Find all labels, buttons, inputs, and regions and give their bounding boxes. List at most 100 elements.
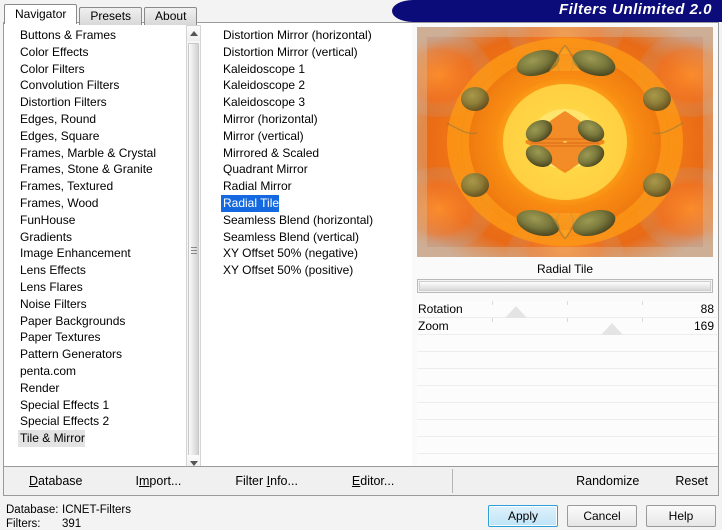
- filter-item-label: Kaleidoscope 2: [221, 77, 305, 94]
- parameter-row-empty: [417, 437, 717, 454]
- tab-about-label: About: [155, 9, 186, 23]
- category-list-item[interactable]: Convolution Filters: [18, 77, 204, 94]
- reset-button[interactable]: Reset: [675, 474, 708, 488]
- tab-strip: Navigator Presets About: [4, 4, 199, 24]
- category-item-label: Convolution Filters: [18, 77, 119, 94]
- category-list-item[interactable]: Render: [18, 380, 204, 397]
- filter-list-item[interactable]: Kaleidoscope 1: [221, 61, 410, 78]
- category-item-label: Lens Effects: [18, 262, 86, 279]
- category-list-item[interactable]: Paper Backgrounds: [18, 313, 204, 330]
- category-list-item[interactable]: Lens Flares: [18, 279, 204, 296]
- preview-horizontal-scrollbar[interactable]: [417, 279, 713, 293]
- category-item-label: Color Filters: [18, 61, 85, 78]
- filter-list-item[interactable]: Distortion Mirror (horizontal): [221, 27, 410, 44]
- parameter-value: 169: [694, 318, 714, 334]
- filter-list-item[interactable]: Mirror (vertical): [221, 128, 410, 145]
- apply-button[interactable]: Apply: [488, 505, 558, 527]
- category-item-label: Frames, Marble & Crystal: [18, 145, 156, 162]
- database-button[interactable]: Database: [29, 474, 83, 488]
- parameter-row-empty: [417, 420, 717, 437]
- preview-image[interactable]: [417, 27, 713, 257]
- category-list-item[interactable]: Edges, Square: [18, 128, 204, 145]
- category-list-item[interactable]: Gradients: [18, 229, 204, 246]
- preview-scroll-thumb[interactable]: [419, 281, 711, 291]
- filter-list-item[interactable]: Radial Mirror: [221, 178, 410, 195]
- parameter-label: Rotation: [418, 301, 463, 317]
- category-list-item[interactable]: Tile & Mirror: [18, 430, 204, 447]
- filter-item-label: Quadrant Mirror: [221, 161, 308, 178]
- category-item-label: Noise Filters: [18, 296, 87, 313]
- category-list-item[interactable]: Color Filters: [18, 61, 204, 78]
- parameter-row-empty: [417, 335, 717, 352]
- parameter-row-empty: [417, 369, 717, 386]
- category-list[interactable]: Buttons & FramesColor EffectsColor Filte…: [4, 23, 204, 447]
- category-scrollbar[interactable]: [186, 25, 201, 471]
- filters-unlimited-window: Filters Unlimited 2.0 Navigator Presets …: [0, 0, 722, 530]
- category-list-item[interactable]: Frames, Stone & Granite: [18, 161, 204, 178]
- category-item-label: Frames, Stone & Granite: [18, 161, 153, 178]
- cancel-button[interactable]: Cancel: [567, 505, 637, 527]
- filter-list-item[interactable]: Kaleidoscope 3: [221, 94, 410, 111]
- category-list-item[interactable]: Color Effects: [18, 44, 204, 61]
- category-list-item[interactable]: Buttons & Frames: [18, 27, 204, 44]
- category-scroll-up-button[interactable]: [187, 26, 200, 41]
- category-item-label: penta.com: [18, 363, 76, 380]
- category-scroll-thumb[interactable]: [188, 43, 199, 457]
- dialog-button-group: Apply Cancel Help: [488, 505, 716, 527]
- tab-presets[interactable]: Presets: [79, 7, 142, 25]
- status-database-row: Database:ICNET-Filters: [6, 504, 131, 516]
- category-item-label: Edges, Square: [18, 128, 99, 145]
- parameter-row[interactable]: Rotation88: [417, 301, 717, 318]
- category-list-item[interactable]: penta.com: [18, 363, 204, 380]
- tab-about[interactable]: About: [144, 7, 197, 25]
- category-list-item[interactable]: Image Enhancement: [18, 245, 204, 262]
- caret-up-icon: [190, 31, 198, 36]
- parameter-row-empty: [417, 352, 717, 369]
- category-list-item[interactable]: Special Effects 1: [18, 397, 204, 414]
- filter-list[interactable]: Distortion Mirror (horizontal)Distortion…: [207, 23, 410, 279]
- preview-frame: [417, 27, 713, 257]
- status-filters-label: Filters:: [6, 518, 62, 530]
- slider-knob[interactable]: [601, 323, 623, 335]
- filter-item-label: Seamless Blend (vertical): [221, 229, 359, 246]
- filter-list-item[interactable]: Seamless Blend (vertical): [221, 229, 410, 246]
- tab-navigator[interactable]: Navigator: [4, 4, 77, 24]
- category-item-label: Frames, Wood: [18, 195, 98, 212]
- category-list-item[interactable]: Edges, Round: [18, 111, 204, 128]
- category-item-label: Special Effects 2: [18, 413, 109, 430]
- parameter-row[interactable]: Zoom169: [417, 318, 717, 335]
- import-button[interactable]: Import...: [136, 474, 182, 488]
- category-list-item[interactable]: Paper Textures: [18, 329, 204, 346]
- category-list-item[interactable]: FunHouse: [18, 212, 204, 229]
- category-list-item[interactable]: Frames, Textured: [18, 178, 204, 195]
- category-item-label: Render: [18, 380, 59, 397]
- editor-button[interactable]: Editor...: [352, 474, 394, 488]
- filter-list-item[interactable]: Quadrant Mirror: [221, 161, 410, 178]
- filter-list-item[interactable]: XY Offset 50% (negative): [221, 245, 410, 262]
- help-button[interactable]: Help: [646, 505, 716, 527]
- filter-list-item[interactable]: XY Offset 50% (positive): [221, 262, 410, 279]
- filter-list-item[interactable]: Distortion Mirror (vertical): [221, 44, 410, 61]
- filter-list-item[interactable]: Kaleidoscope 2: [221, 77, 410, 94]
- filter-list-item[interactable]: Radial Tile: [221, 195, 410, 212]
- category-list-item[interactable]: Pattern Generators: [18, 346, 204, 363]
- parameter-row-empty: [417, 403, 717, 420]
- category-list-item[interactable]: Frames, Wood: [18, 195, 204, 212]
- filter-list-panel: Distortion Mirror (horizontal)Distortion…: [207, 23, 410, 473]
- filter-list-item[interactable]: Mirrored & Scaled: [221, 145, 410, 162]
- filter-item-label: Distortion Mirror (horizontal): [221, 27, 372, 44]
- category-item-label: Gradients: [18, 229, 72, 246]
- filter-info-button[interactable]: Filter Info...: [235, 474, 298, 488]
- category-list-item[interactable]: Distortion Filters: [18, 94, 204, 111]
- app-title: Filters Unlimited 2.0: [559, 1, 712, 18]
- filter-list-item[interactable]: Mirror (horizontal): [221, 111, 410, 128]
- category-list-item[interactable]: Noise Filters: [18, 296, 204, 313]
- caret-down-icon: [190, 461, 198, 466]
- category-list-item[interactable]: Frames, Marble & Crystal: [18, 145, 204, 162]
- filter-list-item[interactable]: Seamless Blend (horizontal): [221, 212, 410, 229]
- slider-knob[interactable]: [505, 306, 527, 318]
- randomize-button[interactable]: Randomize: [576, 474, 639, 488]
- category-list-item[interactable]: Lens Effects: [18, 262, 204, 279]
- category-item-label: Paper Textures: [18, 329, 101, 346]
- category-list-item[interactable]: Special Effects 2: [18, 413, 204, 430]
